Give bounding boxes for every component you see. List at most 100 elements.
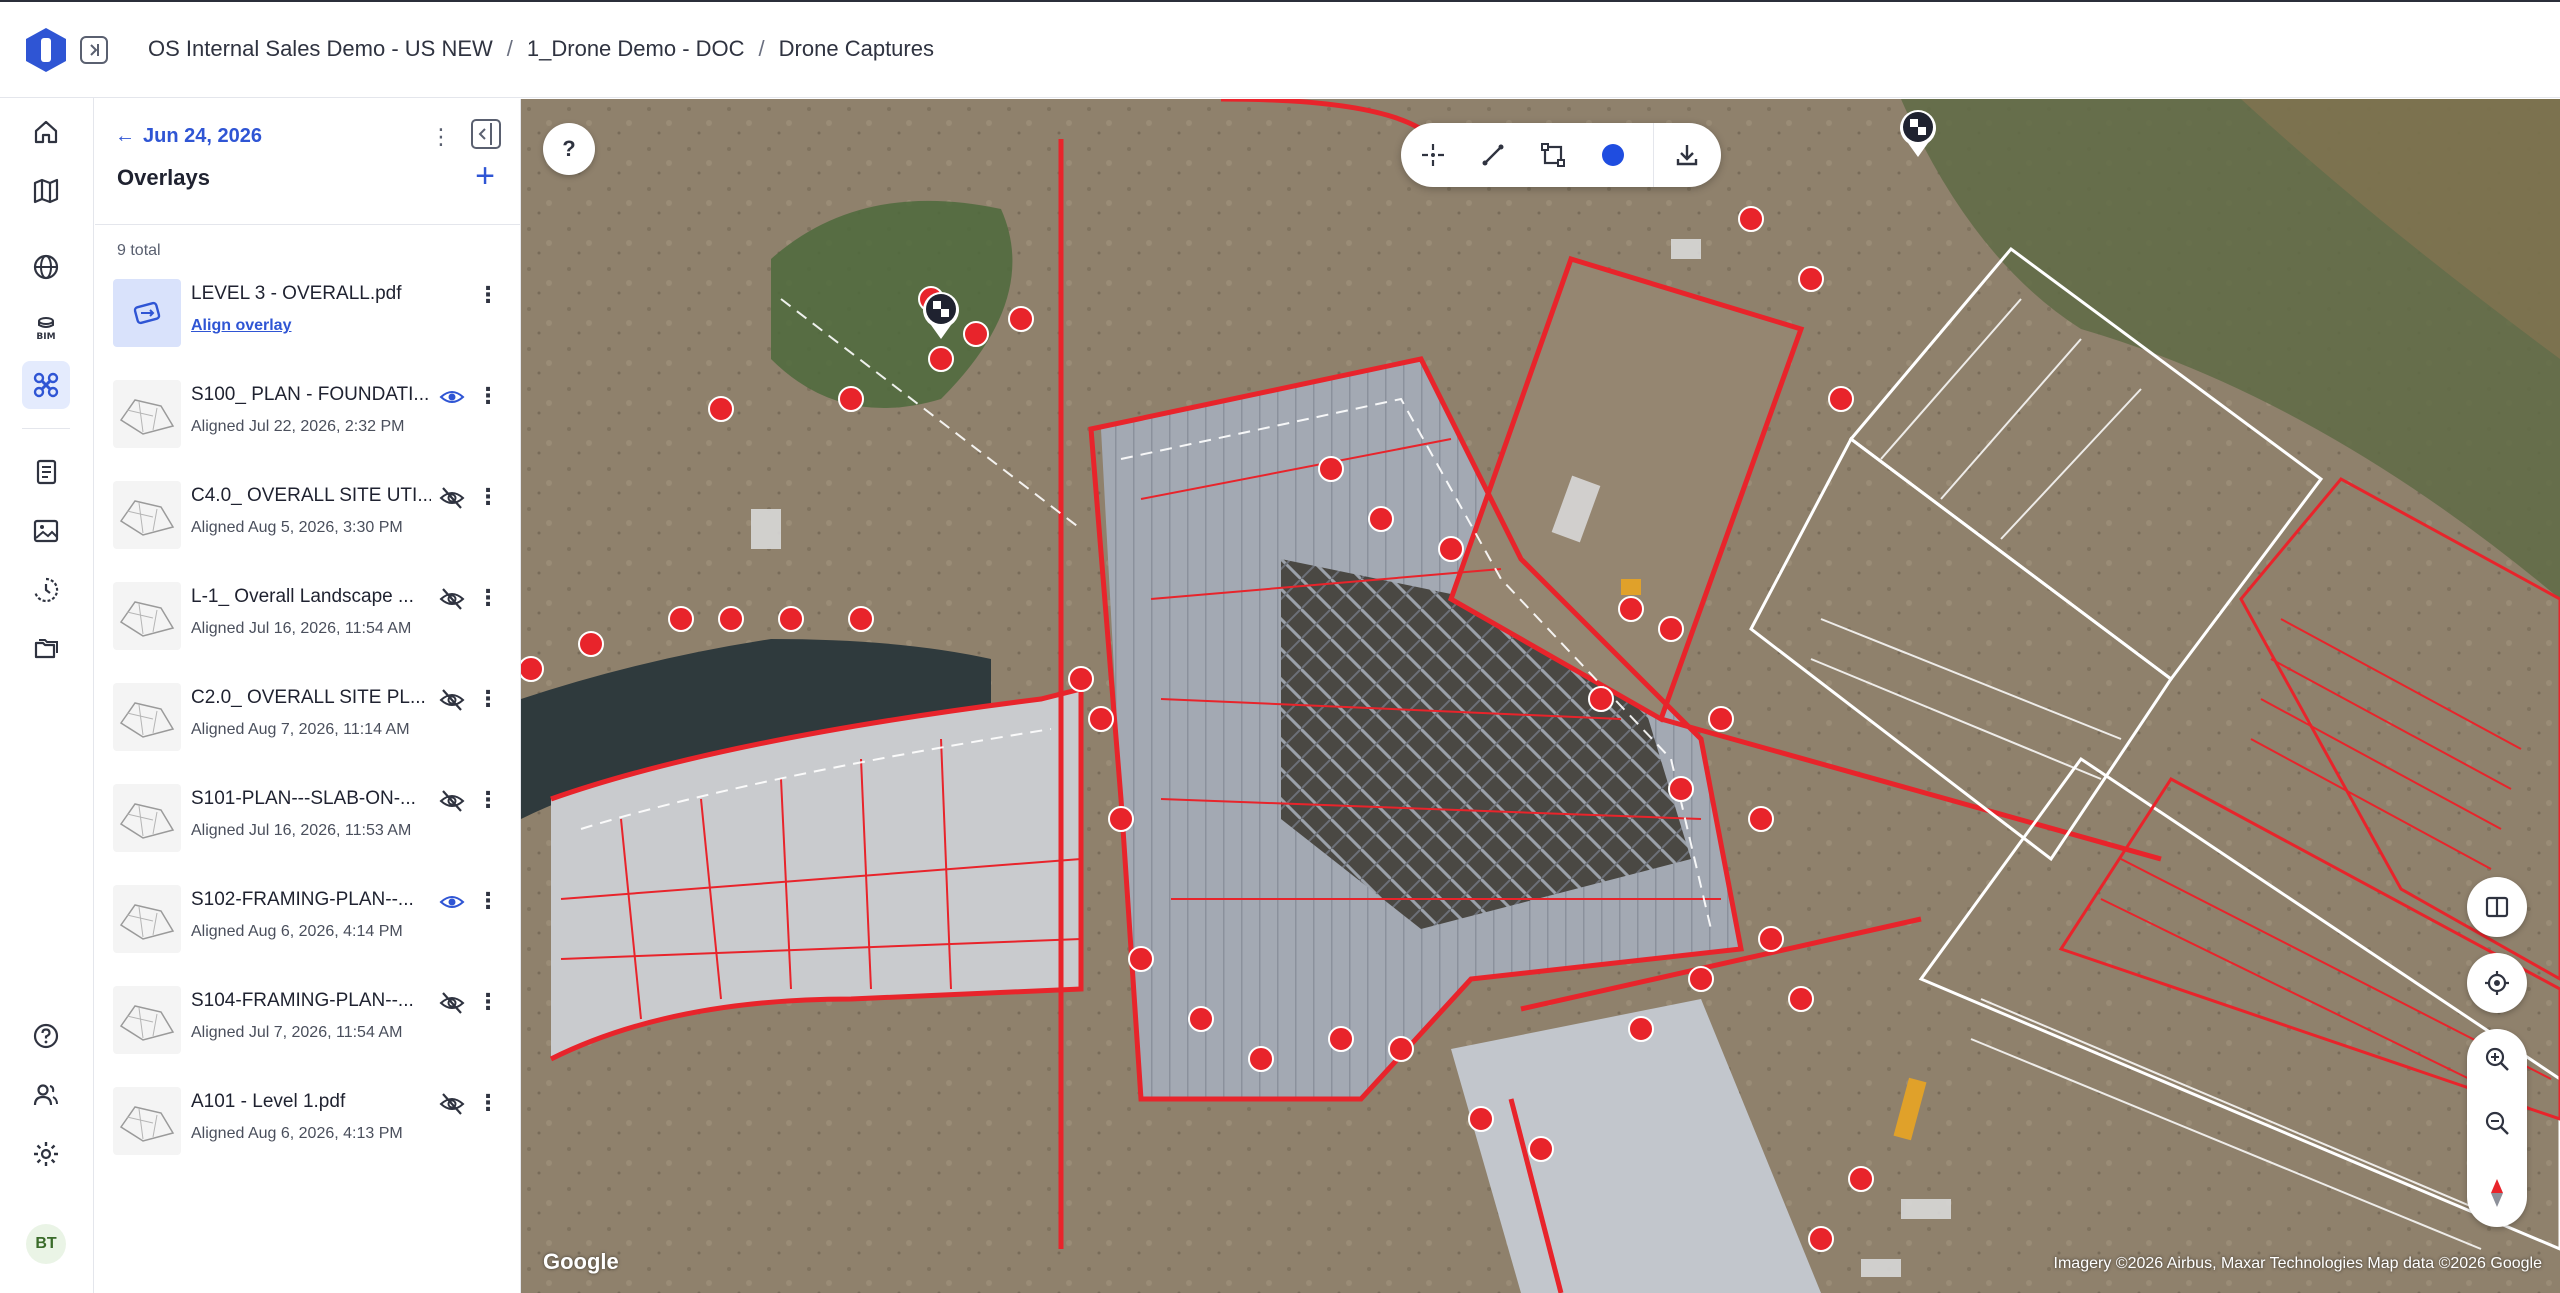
app-root: OS Internal Sales Demo - US NEW / 1_Dron… [0, 0, 2560, 1293]
overlay-more-icon[interactable]: ⋮ [477, 887, 499, 917]
avatar[interactable]: BT [26, 1224, 66, 1264]
panel-more-icon[interactable]: ⋮ [429, 123, 453, 151]
nav-history[interactable] [22, 566, 70, 614]
overlay-item[interactable]: S104-FRAMING-PLAN--... Aligned Jul 7, 202… [95, 974, 521, 1074]
download-button[interactable] [1669, 137, 1705, 173]
map-attribution: Imagery ©2026 Airbus, Maxar Technologies… [2053, 1255, 2542, 1272]
overlay-thumbnail [113, 784, 181, 852]
overlay-name: C2.0_ OVERALL SITE PL... [191, 687, 426, 708]
nav-users[interactable] [22, 1071, 70, 1119]
breadcrumb: OS Internal Sales Demo - US NEW / 1_Dron… [148, 36, 934, 62]
nav-map[interactable] [22, 167, 70, 215]
measure-line-button[interactable] [1475, 137, 1511, 173]
breadcrumb-item-folder[interactable]: 1_Drone Demo - DOC [527, 36, 745, 62]
overlay-name: S101-PLAN---SLAB-ON-... [191, 788, 416, 809]
control-point-marker-icon[interactable] [1896, 105, 1940, 159]
overlay-name: C4.0_ OVERALL SITE UTI... [191, 485, 431, 506]
overlay-count: 9 total [117, 242, 161, 259]
point-tool-button[interactable] [1415, 137, 1451, 173]
nav-settings[interactable] [22, 1130, 70, 1178]
overlay-item[interactable]: A101 - Level 1.pdf Aligned Aug 6, 2026, 4… [95, 1075, 521, 1175]
arrow-left-icon: ← [115, 125, 135, 147]
breadcrumb-separator: / [758, 36, 765, 61]
help-icon [33, 1023, 59, 1049]
rail-divider [22, 428, 70, 429]
map-help-button[interactable]: ? [543, 123, 595, 175]
nav-drone[interactable] [22, 361, 70, 409]
breadcrumb-item-project[interactable]: OS Internal Sales Demo - US NEW [148, 36, 493, 62]
drone-imagery [521, 99, 2560, 1293]
nav-home[interactable] [22, 108, 70, 156]
overlay-item[interactable]: C2.0_ OVERALL SITE PL... Aligned Aug 7, 2… [95, 671, 521, 771]
overlay-more-icon[interactable]: ⋮ [477, 382, 499, 412]
users-icon [33, 1084, 58, 1106]
map-icon [33, 178, 59, 204]
overlay-more-icon[interactable]: ⋮ [477, 584, 499, 614]
expand-sidebar-icon[interactable] [80, 36, 108, 64]
overlay-name: A101 - Level 1.pdf [191, 1091, 346, 1112]
nav-help[interactable] [22, 1012, 70, 1060]
overlay-thumbnail [113, 683, 181, 751]
google-logo: Google [543, 1249, 619, 1274]
overlay-name: S104-FRAMING-PLAN--... [191, 990, 414, 1011]
add-overlay-button[interactable]: + [467, 159, 503, 195]
overlay-more-icon[interactable]: ⋮ [477, 988, 499, 1018]
history-icon [34, 577, 59, 603]
globe-icon [33, 254, 59, 280]
color-swatch [1602, 144, 1624, 166]
eye-off-icon[interactable] [439, 687, 465, 713]
locate-button[interactable] [2467, 953, 2527, 1013]
overlay-aligned-date: Aligned Jul 7, 2026, 11:54 AM [191, 1024, 403, 1041]
eye-off-icon[interactable] [439, 990, 465, 1016]
annotation-color-button[interactable] [1595, 137, 1631, 173]
overlay-thumbnail [113, 885, 181, 953]
overlay-thumbnail [113, 582, 181, 650]
eye-off-icon[interactable] [439, 1091, 465, 1117]
zoom-in-icon [2485, 1047, 2509, 1071]
zoom-controls [2467, 1029, 2527, 1227]
overlays-panel: ← Jun 24, 2026 ⋮ Overlays + 9 total LEVE… [95, 99, 521, 1293]
overlay-aligned-date: Aligned Jul 22, 2026, 2:32 PM [191, 418, 405, 435]
align-overlay-link[interactable]: Align overlay [191, 317, 291, 335]
overlay-more-icon[interactable]: ⋮ [477, 786, 499, 816]
eye-icon[interactable] [439, 384, 465, 410]
overlay-aligned-date: Aligned Jul 16, 2026, 11:54 AM [191, 620, 412, 637]
image-icon [33, 519, 59, 543]
overlay-item[interactable]: C4.0_ OVERALL SITE UTI... Aligned Aug 5, … [95, 469, 521, 569]
overlay-item[interactable]: L-1_ Overall Landscape ... Aligned Jul 16… [95, 570, 521, 670]
nav-images[interactable] [22, 507, 70, 555]
compass-button[interactable] [2479, 1175, 2515, 1211]
app-logo-icon[interactable] [24, 26, 68, 74]
zoom-in-button[interactable] [2479, 1041, 2515, 1077]
nav-folders[interactable] [22, 625, 70, 673]
nav-documents[interactable] [22, 448, 70, 496]
toolbar-divider [1653, 123, 1654, 187]
overlay-item[interactable]: S102-FRAMING-PLAN--... Aligned Aug 6, 202… [95, 873, 521, 973]
eye-icon[interactable] [439, 889, 465, 915]
back-to-date-link[interactable]: ← Jun 24, 2026 [115, 125, 262, 148]
collapse-panel-icon[interactable] [471, 119, 501, 149]
overlay-more-icon[interactable]: ⋮ [477, 281, 499, 311]
measure-area-button[interactable] [1535, 137, 1571, 173]
nav-bim[interactable]: BIM [22, 303, 70, 351]
overlay-item[interactable]: LEVEL 3 - OVERALL.pdf Align overlay ⋮ [95, 267, 521, 367]
drone-icon [33, 372, 59, 398]
overlay-name: S102-FRAMING-PLAN--... [191, 889, 414, 910]
overlay-aligned-date: Aligned Jul 16, 2026, 11:53 AM [191, 822, 412, 839]
overlay-more-icon[interactable]: ⋮ [477, 483, 499, 513]
eye-off-icon[interactable] [439, 485, 465, 511]
eye-off-icon[interactable] [439, 788, 465, 814]
overlay-item[interactable]: S101-PLAN---SLAB-ON-... Aligned Jul 16, 2… [95, 772, 521, 872]
overlay-more-icon[interactable]: ⋮ [477, 685, 499, 715]
map-viewport[interactable]: ? Google Imagery ©2026 Airbus, Maxar Tec… [521, 99, 2560, 1293]
overlay-aligned-date: Aligned Aug 7, 2026, 11:14 AM [191, 721, 410, 738]
nav-globe[interactable] [22, 243, 70, 291]
overlay-more-icon[interactable]: ⋮ [477, 1089, 499, 1119]
overlay-item[interactable]: S100_ PLAN - FOUNDATI... Aligned Jul 22, … [95, 368, 521, 468]
zoom-out-button[interactable] [2479, 1105, 2515, 1141]
control-point-marker-icon[interactable] [919, 287, 963, 341]
overlay-aligned-date: Aligned Aug 6, 2026, 4:14 PM [191, 923, 403, 940]
eye-off-icon[interactable] [439, 586, 465, 612]
split-view-button[interactable] [2467, 877, 2527, 937]
measure-line-icon [1482, 144, 1504, 166]
